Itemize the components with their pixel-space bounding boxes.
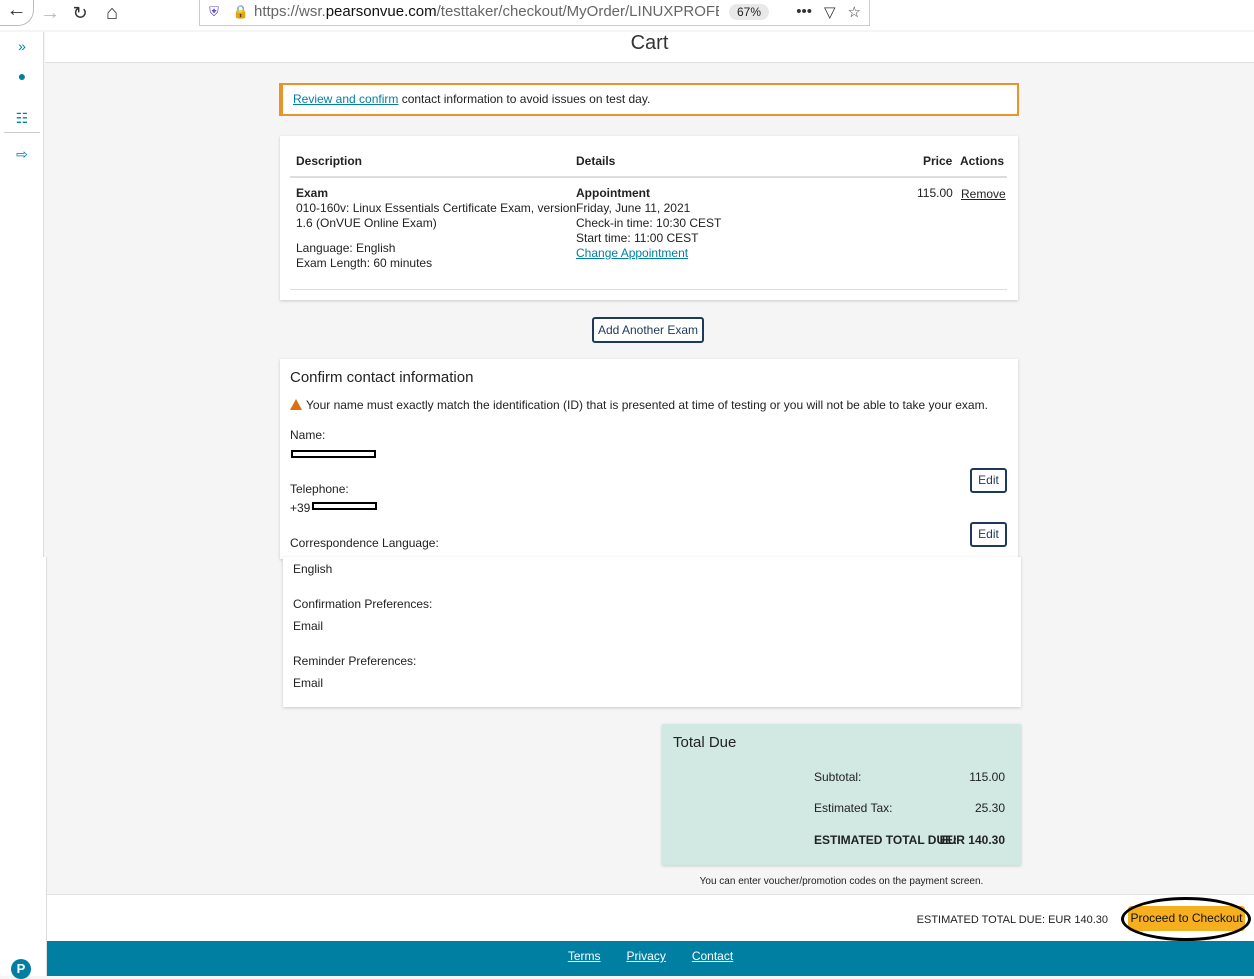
header-description: Description bbox=[296, 154, 363, 168]
voucher-note: You can enter voucher/promotion codes on… bbox=[699, 876, 984, 887]
header-divider bbox=[290, 176, 1007, 178]
left-sidebar-lower bbox=[0, 557, 47, 976]
total-due-card: Total Due Subtotal: 115.00 Estimated Tax… bbox=[662, 724, 1021, 865]
change-appointment-link[interactable]: Change Appointment bbox=[576, 246, 688, 260]
edit-name-button[interactable]: Edit bbox=[970, 468, 1007, 493]
confirmation-preferences-label: Confirmation Preferences: bbox=[293, 597, 433, 611]
url-path: /testtaker/checkout/MyOrder/LINUXPROFESS… bbox=[436, 3, 719, 20]
appointment-title: Appointment bbox=[576, 186, 650, 200]
footer-terms-link[interactable]: Terms bbox=[568, 949, 601, 976]
telephone-label: Telephone: bbox=[290, 482, 349, 496]
footer-contact-link[interactable]: Contact bbox=[692, 949, 733, 976]
review-and-confirm-link[interactable]: Review and confirm bbox=[293, 92, 398, 106]
reload-icon[interactable]: ↻ bbox=[66, 0, 94, 26]
more-actions-icon[interactable]: ••• bbox=[796, 3, 812, 21]
title-bar: Cart bbox=[45, 32, 1254, 63]
exam-length: Exam Length: 60 minutes bbox=[296, 256, 433, 270]
checkout-total-text: ESTIMATED TOTAL DUE: EUR 140.30 bbox=[916, 914, 1108, 926]
address-bar[interactable]: ⛨ 🔒 https://wsr.pearsonvue.com/testtaker… bbox=[199, 0, 870, 26]
contact-info-card: Confirm contact information Your name mu… bbox=[280, 359, 1018, 559]
correspondence-language-value: English bbox=[293, 562, 333, 576]
page-title: Cart bbox=[630, 32, 669, 54]
exam-language: Language: English bbox=[296, 241, 396, 255]
reminder-preferences-label: Reminder Preferences: bbox=[293, 654, 417, 668]
pearson-logo-icon: P bbox=[11, 959, 31, 979]
exam-description: Exam 010-160v: Linux Essentials Certific… bbox=[296, 186, 576, 231]
alert-text: contact information to avoid issues on t… bbox=[398, 92, 651, 106]
checkin-time: Check-in time: 10:30 CEST bbox=[576, 216, 722, 230]
header-details: Details bbox=[576, 154, 616, 168]
lock-icon[interactable]: 🔒 bbox=[228, 4, 254, 20]
name-warning: Your name must exactly match the identif… bbox=[290, 398, 988, 412]
subtotal-value: 115.00 bbox=[969, 770, 1005, 784]
edit-telephone-button[interactable]: Edit bbox=[970, 522, 1007, 547]
contact-section-title: Confirm contact information bbox=[290, 369, 474, 386]
expand-chevron-icon[interactable]: » bbox=[0, 38, 44, 54]
url-prefix: https://wsr. bbox=[254, 3, 326, 20]
zoom-level-badge[interactable]: 67% bbox=[729, 3, 770, 20]
telephone-redacted-value bbox=[312, 502, 377, 510]
subtotal-label: Subtotal: bbox=[814, 770, 862, 784]
item-price: 115.00 bbox=[917, 186, 953, 200]
table-bottom-divider bbox=[290, 289, 1007, 290]
url-domain: pearsonvue.com bbox=[325, 3, 437, 20]
contact-preferences-card: English Confirmation Preferences: Email … bbox=[283, 557, 1021, 707]
pocket-icon[interactable]: ▽ bbox=[824, 3, 836, 21]
name-warning-text: Your name must exactly match the identif… bbox=[306, 398, 988, 412]
tracking-shield-icon[interactable]: ⛨ bbox=[200, 4, 228, 20]
name-label: Name: bbox=[290, 428, 326, 442]
user-profile-icon[interactable]: ● bbox=[0, 68, 44, 84]
remove-link[interactable]: Remove bbox=[961, 187, 1006, 202]
estimated-total-label: ESTIMATED TOTAL DUE: bbox=[814, 833, 958, 847]
correspondence-language-label: Correspondence Language: bbox=[290, 536, 439, 550]
confirmation-preferences-value: Email bbox=[293, 619, 324, 633]
sitemap-icon[interactable]: ☷ bbox=[0, 110, 44, 127]
cart-table-card: Description Details Price Actions Exam 0… bbox=[280, 136, 1018, 300]
left-sidebar: » ● ☷ ⇨ bbox=[0, 32, 44, 557]
estimated-total-value: EUR 140.30 bbox=[939, 833, 1005, 847]
reminder-preferences-value: Email bbox=[293, 676, 324, 690]
item-type: Exam bbox=[296, 186, 329, 200]
telephone-prefix: +39 bbox=[290, 501, 311, 515]
home-icon[interactable]: ⌂ bbox=[98, 0, 126, 26]
checkout-bar: ESTIMATED TOTAL DUE: EUR 140.30 bbox=[47, 894, 1254, 941]
header-price: Price bbox=[923, 154, 953, 168]
estimated-tax-label: Estimated Tax: bbox=[814, 801, 893, 815]
browser-toolbar: ← → ↻ ⌂ ⛨ 🔒 https://wsr.pearsonvue.com/t… bbox=[0, 0, 1254, 30]
appointment-date: Friday, June 11, 2021 bbox=[576, 201, 691, 215]
sign-out-icon[interactable]: ⇨ bbox=[0, 146, 44, 163]
name-redacted-value bbox=[291, 450, 376, 458]
header-actions: Actions bbox=[960, 154, 1005, 168]
estimated-tax-value: 25.30 bbox=[974, 801, 1005, 815]
footer-privacy-link[interactable]: Privacy bbox=[626, 949, 665, 976]
start-time: Start time: 11:00 CEST bbox=[576, 231, 699, 245]
sidebar-divider bbox=[4, 132, 40, 133]
total-due-title: Total Due bbox=[673, 734, 737, 751]
footer: Terms Privacy Contact bbox=[47, 941, 1254, 976]
url-text[interactable]: https://wsr.pearsonvue.com/testtaker/che… bbox=[254, 3, 719, 20]
add-another-exam-button[interactable]: Add Another Exam bbox=[592, 317, 704, 343]
bookmark-star-icon[interactable]: ☆ bbox=[848, 3, 861, 21]
exam-name-line1: 010-160v: Linux Essentials Certificate E… bbox=[296, 201, 577, 215]
appointment-details: Appointment Friday, June 11, 2021 Check-… bbox=[576, 186, 721, 261]
highlight-circle-annotation bbox=[1121, 897, 1251, 941]
exam-name-line2: 1.6 (OnVUE Online Exam) bbox=[296, 216, 437, 230]
forward-arrow-icon[interactable]: → bbox=[36, 0, 64, 26]
exam-meta: Language: English Exam Length: 60 minute… bbox=[296, 241, 432, 271]
warning-icon bbox=[290, 399, 302, 410]
contact-alert-banner: Review and confirm contact information t… bbox=[279, 83, 1019, 116]
back-arrow-icon[interactable]: ← bbox=[0, 0, 34, 26]
